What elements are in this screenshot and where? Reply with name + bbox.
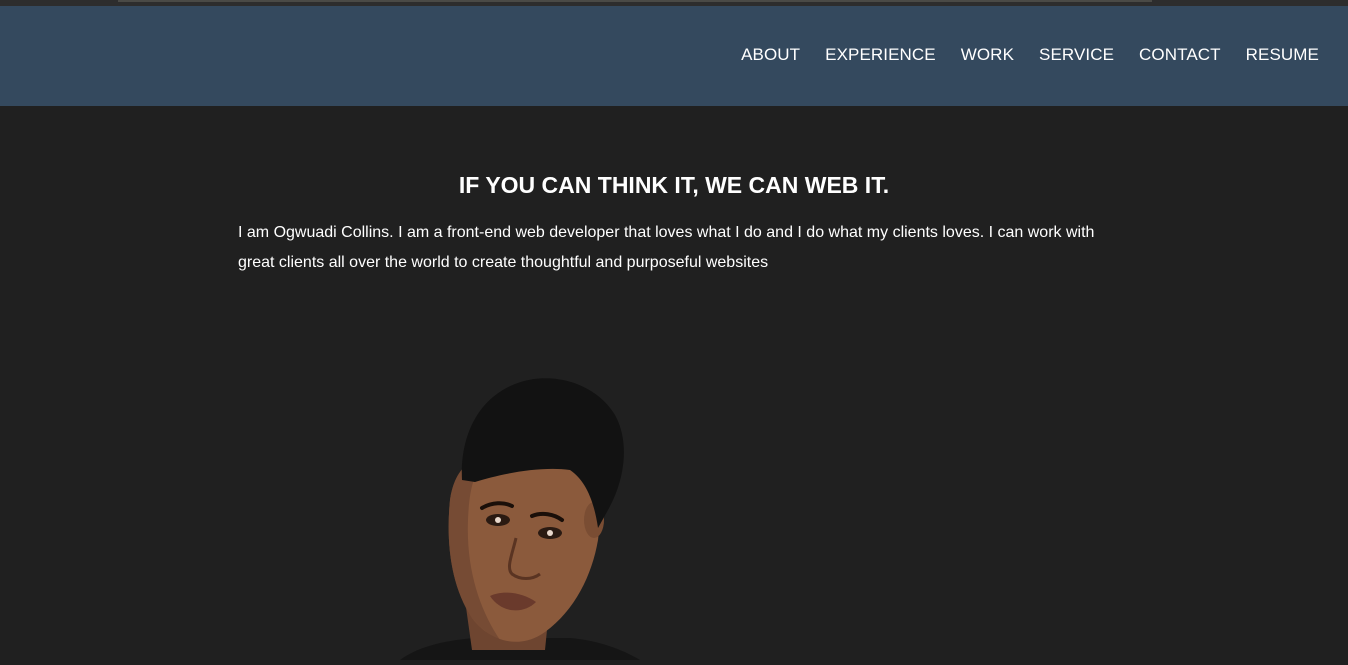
nav-item-work[interactable]: WORK: [961, 45, 1014, 65]
portrait-illustration: [400, 378, 640, 660]
top-divider: [118, 0, 1152, 2]
nav-links: ABOUT EXPERIENCE WORK SERVICE CONTACT RE…: [716, 45, 1319, 65]
navbar: ABOUT EXPERIENCE WORK SERVICE CONTACT RE…: [0, 6, 1348, 106]
hero-title: IF YOU CAN THINK IT, WE CAN WEB IT.: [458, 172, 890, 198]
nav-item-about[interactable]: ABOUT: [741, 45, 800, 65]
nav-item-experience[interactable]: EXPERIENCE: [825, 45, 936, 65]
nav-item-contact[interactable]: CONTACT: [1139, 45, 1221, 65]
profile-photo: [380, 370, 660, 660]
nav-item-service[interactable]: SERVICE: [1039, 45, 1114, 65]
hero-description: I am Ogwuadi Collins. I am a front-end w…: [238, 224, 1095, 271]
nav-item-resume[interactable]: RESUME: [1246, 45, 1319, 65]
